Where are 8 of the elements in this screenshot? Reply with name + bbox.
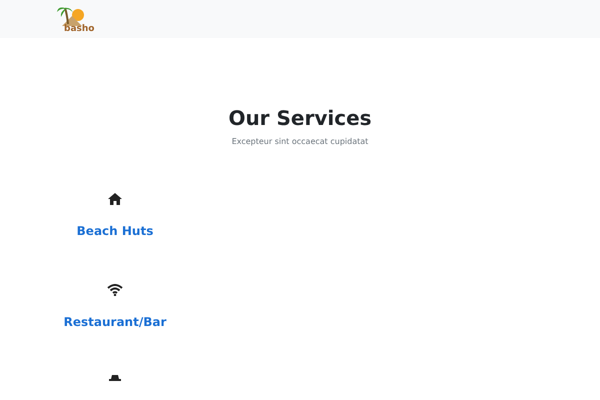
logo-text[interactable]: basho	[64, 24, 94, 34]
service-title[interactable]: Beach Huts	[76, 224, 154, 238]
section-title: Our Services	[227, 106, 373, 130]
hat-icon	[109, 375, 121, 381]
section-subtitle: Excepteur sint occaecat cupidatat	[230, 137, 370, 146]
home-icon	[108, 193, 122, 205]
service-title[interactable]: Restaurant/Bar	[64, 315, 166, 329]
wifi-icon	[107, 284, 123, 296]
